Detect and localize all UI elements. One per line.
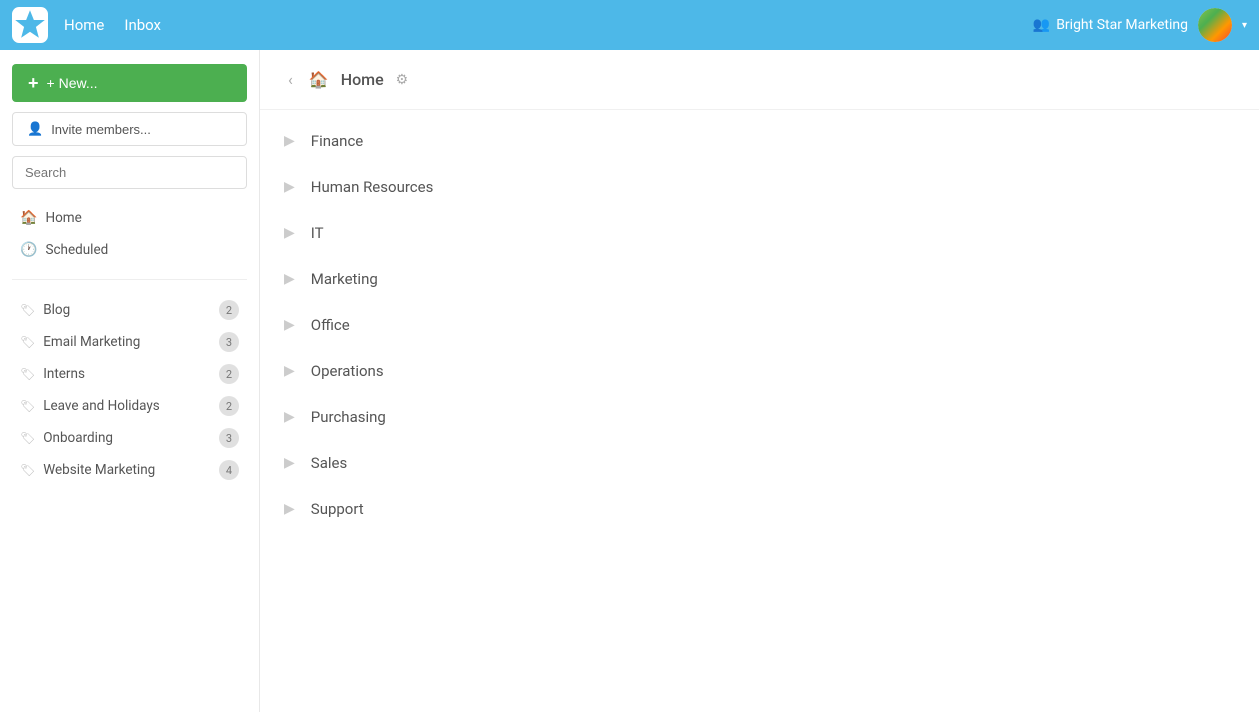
tag-blog-label: Blog — [43, 302, 211, 318]
tag-interns[interactable]: 🏷 Interns 2 — [12, 358, 247, 390]
list-item-it[interactable]: ▶ IT — [260, 210, 1259, 256]
list-item-sales-label: Sales — [311, 454, 347, 472]
user-avatar[interactable] — [1198, 8, 1232, 42]
list-item-marketing-label: Marketing — [311, 270, 378, 288]
tag-onboarding-badge: 3 — [219, 428, 239, 448]
tag-website-badge: 4 — [219, 460, 239, 480]
arrow-icon-purchasing: ▶ — [284, 409, 295, 425]
arrow-icon-it: ▶ — [284, 225, 295, 241]
settings-icon[interactable]: ⚙ — [396, 72, 409, 88]
arrow-icon-support: ▶ — [284, 501, 295, 517]
invite-label: Invite members... — [51, 122, 151, 137]
sidebar-tags: 🏷 Blog 2 🏷 Email Marketing 3 🏷 Interns 2… — [12, 294, 247, 486]
content-list: ▶ Finance ▶ Human Resources ▶ IT ▶ Marke… — [260, 110, 1259, 712]
sidebar-nav: 🏠 Home 🕐 Scheduled — [12, 203, 247, 265]
list-item-marketing[interactable]: ▶ Marketing — [260, 256, 1259, 302]
tag-icon-email: 🏷 — [20, 335, 35, 349]
org-icon: 👥 — [1033, 17, 1050, 33]
main-layout: + + New... 👤 Invite members... 🏠 Home 🕐 … — [0, 50, 1259, 712]
tag-email-marketing[interactable]: 🏷 Email Marketing 3 — [12, 326, 247, 358]
new-button[interactable]: + + New... — [12, 64, 247, 102]
list-item-office[interactable]: ▶ Office — [260, 302, 1259, 348]
org-name: Bright Star Marketing — [1056, 17, 1188, 33]
tag-email-badge: 3 — [219, 332, 239, 352]
tag-onboarding[interactable]: 🏷 Onboarding 3 — [12, 422, 247, 454]
tag-icon-blog: 🏷 — [20, 303, 35, 317]
home-icon: 🏠 — [20, 210, 37, 226]
tag-leave-badge: 2 — [219, 396, 239, 416]
list-item-operations-label: Operations — [311, 362, 384, 380]
tag-leave-holidays[interactable]: 🏷 Leave and Holidays 2 — [12, 390, 247, 422]
tag-icon-interns: 🏷 — [20, 367, 35, 381]
org-selector[interactable]: 👥 Bright Star Marketing — [1033, 17, 1188, 33]
arrow-icon-operations: ▶ — [284, 363, 295, 379]
tag-email-label: Email Marketing — [43, 334, 211, 350]
new-button-plus-icon: + — [28, 74, 39, 92]
list-item-office-label: Office — [311, 316, 350, 334]
inbox-nav-link[interactable]: Inbox — [124, 16, 161, 34]
list-item-finance-label: Finance — [311, 132, 363, 150]
invite-members-button[interactable]: 👤 Invite members... — [12, 112, 247, 146]
content-area: ‹ 🏠 Home ⚙ ▶ Finance ▶ Human Resources ▶… — [260, 50, 1259, 712]
tag-onboarding-label: Onboarding — [43, 430, 211, 446]
list-item-it-label: IT — [311, 224, 324, 242]
content-header: ‹ 🏠 Home ⚙ — [260, 50, 1259, 110]
top-nav-links: Home Inbox — [64, 16, 1033, 34]
breadcrumb-home-icon: 🏠 — [309, 70, 329, 89]
top-nav: Home Inbox 👥 Bright Star Marketing ▾ — [0, 0, 1259, 50]
arrow-icon-hr: ▶ — [284, 179, 295, 195]
tag-icon-onboarding: 🏷 — [20, 431, 35, 445]
tag-website-label: Website Marketing — [43, 462, 211, 478]
sidebar-item-home[interactable]: 🏠 Home — [12, 203, 247, 233]
list-item-purchasing-label: Purchasing — [311, 408, 386, 426]
collapse-sidebar-button[interactable]: ‹ — [284, 66, 297, 93]
list-item-finance[interactable]: ▶ Finance — [260, 118, 1259, 164]
tag-blog[interactable]: 🏷 Blog 2 — [12, 294, 247, 326]
arrow-icon-office: ▶ — [284, 317, 295, 333]
tag-blog-badge: 2 — [219, 300, 239, 320]
clock-icon: 🕐 — [20, 242, 37, 258]
tag-website-marketing[interactable]: 🏷 Website Marketing 4 — [12, 454, 247, 486]
list-item-support-label: Support — [311, 500, 364, 518]
sidebar-item-scheduled[interactable]: 🕐 Scheduled — [12, 235, 247, 265]
list-item-sales[interactable]: ▶ Sales — [260, 440, 1259, 486]
sidebar-home-label: Home — [45, 210, 81, 226]
tag-interns-label: Interns — [43, 366, 211, 382]
sidebar: + + New... 👤 Invite members... 🏠 Home 🕐 … — [0, 50, 260, 712]
list-item-hr-label: Human Resources — [311, 178, 434, 196]
tag-interns-badge: 2 — [219, 364, 239, 384]
search-input[interactable] — [12, 156, 247, 189]
list-item-hr[interactable]: ▶ Human Resources — [260, 164, 1259, 210]
arrow-icon-sales: ▶ — [284, 455, 295, 471]
tag-icon-website: 🏷 — [20, 463, 35, 477]
home-nav-link[interactable]: Home — [64, 16, 104, 34]
list-item-purchasing[interactable]: ▶ Purchasing — [260, 394, 1259, 440]
logo[interactable] — [12, 7, 48, 43]
user-dropdown-arrow[interactable]: ▾ — [1242, 20, 1247, 31]
arrow-icon-marketing: ▶ — [284, 271, 295, 287]
new-button-label: + New... — [47, 75, 98, 91]
invite-icon: 👤 — [27, 121, 43, 137]
tag-icon-leave: 🏷 — [20, 399, 35, 413]
list-item-support[interactable]: ▶ Support — [260, 486, 1259, 532]
tag-leave-label: Leave and Holidays — [43, 398, 211, 414]
arrow-icon-finance: ▶ — [284, 133, 295, 149]
list-item-operations[interactable]: ▶ Operations — [260, 348, 1259, 394]
breadcrumb-title: Home — [341, 70, 384, 89]
sidebar-divider — [12, 279, 247, 280]
sidebar-scheduled-label: Scheduled — [45, 242, 108, 258]
top-nav-right: 👥 Bright Star Marketing ▾ — [1033, 8, 1247, 42]
